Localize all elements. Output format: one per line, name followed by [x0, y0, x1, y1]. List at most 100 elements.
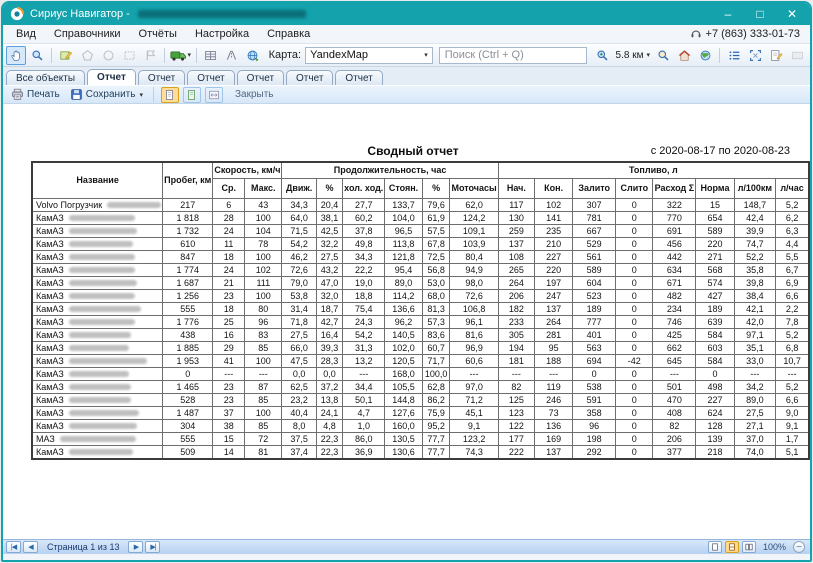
flag-tool-button[interactable]	[140, 46, 160, 65]
data-cell: 5,1	[776, 445, 809, 459]
fit-page-view-button[interactable]	[725, 541, 739, 553]
vehicle-menu-button[interactable]: ▾	[169, 46, 192, 65]
data-cell: 408	[653, 406, 696, 419]
menu-reports[interactable]: Отчёты	[130, 26, 186, 42]
menu-help[interactable]: Справка	[258, 26, 319, 42]
data-cell: 53,0	[422, 276, 450, 289]
data-cell: 74,7	[734, 237, 776, 250]
data-cell: 100,0	[422, 367, 450, 380]
data-cell: 140,5	[385, 328, 422, 341]
world-button[interactable]	[695, 46, 715, 65]
menu-view[interactable]: Вид	[7, 26, 45, 42]
menu-settings[interactable]: Настройка	[186, 26, 258, 42]
tab-report-6[interactable]: Отчет	[335, 70, 382, 85]
close-button[interactable]: ✕	[776, 4, 808, 24]
table-row: КамАЗ1 8182810064,038,160,2104,061,9124,…	[32, 211, 809, 224]
tab-report-3[interactable]: Отчет	[187, 70, 234, 85]
first-page-button[interactable]: |◀	[6, 541, 21, 553]
data-cell: 60,6	[450, 354, 498, 367]
continuous-view-toggle[interactable]	[183, 87, 201, 103]
support-phone-number: +7 (863) 333-01-73	[706, 28, 800, 40]
data-cell: 584	[696, 328, 734, 341]
data-cell: 5,2	[776, 380, 809, 393]
multi-page-view-button[interactable]	[742, 541, 756, 553]
grid-view-button[interactable]	[201, 46, 221, 65]
web-map-button[interactable]	[243, 46, 263, 65]
tab-report-2[interactable]: Отчет	[138, 70, 185, 85]
data-cell: 9,1	[776, 419, 809, 432]
home-button[interactable]	[674, 46, 694, 65]
tab-all-objects[interactable]: Все объекты	[6, 70, 85, 85]
data-cell: 0	[616, 237, 653, 250]
note-edit-icon	[770, 49, 783, 62]
data-cell: 136	[535, 419, 573, 432]
legend-button[interactable]	[724, 46, 744, 65]
data-cell: 34,2	[734, 380, 776, 393]
circle-tool-button[interactable]	[98, 46, 118, 65]
redacted-plate	[69, 449, 133, 455]
data-cell: 27,5	[734, 406, 776, 419]
rectangle-select-button[interactable]	[119, 46, 139, 65]
data-cell: 15	[213, 432, 245, 445]
magnifier-minus-icon	[657, 49, 670, 62]
tab-report-1[interactable]: Отчет	[87, 69, 136, 85]
tab-report-5[interactable]: Отчет	[286, 70, 333, 85]
zoom-out-button[interactable]	[653, 46, 673, 65]
table-row: КамАЗ1 2562310053,832,018,8114,268,072,6…	[32, 289, 809, 302]
data-cell: 77,7	[422, 432, 450, 445]
data-cell: 42,4	[734, 211, 776, 224]
extra-button[interactable]	[787, 46, 807, 65]
data-cell: 52,2	[734, 250, 776, 263]
data-cell: 89,0	[734, 393, 776, 406]
zoom-in-button[interactable]	[593, 46, 613, 65]
fit-selection-button[interactable]	[745, 46, 765, 65]
data-cell: 37,0	[734, 432, 776, 445]
data-cell: 97,1	[734, 328, 776, 341]
menu-directories[interactable]: Справочники	[45, 26, 130, 42]
map-provider-select[interactable]: YandexMap ▾	[305, 47, 433, 64]
data-cell: 74,3	[450, 445, 498, 459]
single-page-view-button[interactable]	[708, 541, 722, 553]
maximize-button[interactable]: □	[744, 4, 776, 24]
zoom-out-slider-button[interactable]: −	[793, 541, 805, 553]
chevron-down-icon: ▾	[188, 51, 192, 59]
data-cell: 603	[696, 341, 734, 354]
edit-map-button[interactable]	[56, 46, 76, 65]
print-button[interactable]: Печать	[8, 87, 63, 102]
next-page-button[interactable]: ▶	[128, 541, 143, 553]
data-cell: 0	[573, 367, 616, 380]
data-cell: 591	[573, 393, 616, 406]
fit-width-toggle[interactable]	[205, 87, 223, 103]
table-row: КамАЗ30438858,04,81,0160,095,29,11221369…	[32, 419, 809, 432]
data-cell: 100	[245, 354, 282, 367]
data-cell: 37,4	[282, 445, 316, 459]
data-cell: 139	[696, 432, 734, 445]
floppy-icon	[70, 88, 83, 101]
pan-tool-button[interactable]	[6, 46, 26, 65]
close-report-button[interactable]: Закрыть	[227, 89, 274, 100]
data-cell: 72,6	[282, 263, 316, 276]
vehicle-name-cell: КамАЗ	[32, 354, 163, 367]
column-header: Кон.	[535, 178, 573, 198]
polygon-tool-button[interactable]	[77, 46, 97, 65]
last-page-button[interactable]: ▶|	[145, 541, 160, 553]
data-cell: 246	[535, 393, 573, 406]
zoom-tool-button[interactable]	[27, 46, 47, 65]
save-button[interactable]: Сохранить ▾	[67, 87, 146, 102]
data-cell: 1 256	[163, 289, 213, 302]
data-cell: ---	[776, 367, 809, 380]
data-cell: 6,9	[776, 276, 809, 289]
page-view-toggle[interactable]	[161, 87, 179, 103]
data-cell: 0	[616, 211, 653, 224]
search-input[interactable]	[439, 47, 587, 64]
map-scale-select[interactable]: 5.8 км ▾	[614, 50, 652, 61]
data-cell: 264	[498, 276, 534, 289]
vehicle-name: КамАЗ	[36, 382, 64, 392]
prev-page-button[interactable]: ◀	[23, 541, 38, 553]
tab-report-4[interactable]: Отчет	[237, 70, 284, 85]
notes-button[interactable]	[766, 46, 786, 65]
data-cell: 194	[498, 341, 534, 354]
data-cell: 123	[498, 406, 534, 419]
minimize-button[interactable]: –	[712, 4, 744, 24]
route-button[interactable]	[222, 46, 242, 65]
